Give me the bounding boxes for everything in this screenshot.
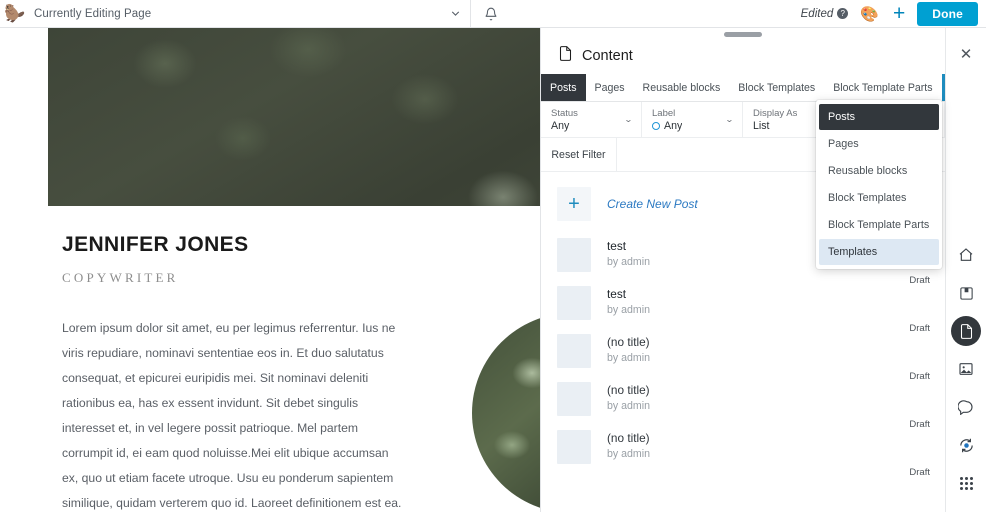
drag-handle-icon[interactable] (724, 31, 762, 37)
right-icon-rail: ✕ (945, 28, 986, 512)
post-thumbnail (557, 430, 591, 464)
table-row[interactable]: (no title) by admin Draft (541, 373, 945, 430)
post-thumbnail (557, 286, 591, 320)
reset-filter-button[interactable]: Reset Filter (541, 138, 617, 171)
post-title: (no title) (607, 383, 650, 397)
page-role-subtitle: COPYWRITER (62, 270, 179, 285)
post-title: test (607, 287, 627, 301)
plus-icon: + (557, 187, 591, 221)
done-button[interactable]: Done (917, 1, 979, 26)
filter-label-value-row: Any (652, 120, 682, 132)
page-document-icon (558, 45, 573, 67)
post-author: by admin (607, 256, 650, 268)
help-icon[interactable]: ? (837, 8, 849, 19)
post-author: by admin (607, 352, 650, 364)
menu-item-reusable-blocks[interactable]: Reusable blocks (819, 158, 939, 184)
save-floppy-icon[interactable] (951, 278, 981, 308)
menu-item-block-template-parts[interactable]: Block Template Parts (819, 212, 939, 238)
panel-tab-bar: Posts Pages Reusable blocks Block Templa… (541, 74, 971, 102)
grid-apps-icon[interactable] (951, 468, 981, 498)
page-paragraph: Lorem ipsum dolor sit amet, eu per legim… (62, 321, 402, 511)
post-title: (no title) (607, 431, 650, 445)
tab-block-template-parts[interactable]: Block Template Parts (824, 74, 941, 101)
chevron-down-icon[interactable] (440, 0, 470, 28)
post-author: by admin (607, 304, 650, 316)
beaver-logo-icon[interactable]: 🦫 (0, 0, 30, 28)
beaver-logo-glyph: 🦫 (4, 4, 26, 23)
create-new-post-label: Create New Post (607, 197, 698, 211)
edited-label: Edited (800, 7, 834, 20)
panel-header: Content (541, 37, 945, 74)
content-type-dropdown-menu: Posts Pages Reusable blocks Block Templa… (816, 100, 942, 269)
post-thumbnail (557, 238, 591, 272)
filter-display-label: Display As (753, 107, 798, 119)
grid-dots (959, 476, 973, 490)
tab-block-templates[interactable]: Block Templates (729, 74, 824, 101)
tab-posts[interactable]: Posts (541, 74, 586, 101)
post-meta: (no title) by admin (607, 382, 650, 412)
filter-label-texts: Label Any (652, 108, 682, 132)
filter-status[interactable]: Status Any ⌄ (541, 102, 642, 137)
filter-display-texts: Display As List (753, 108, 797, 132)
tab-pages[interactable]: Pages (586, 74, 634, 101)
bell-notification-icon[interactable] (471, 0, 511, 28)
home-icon[interactable] (951, 240, 981, 270)
label-color-ring-icon (652, 121, 660, 130)
post-meta: test by admin (607, 238, 650, 268)
post-meta: test by admin (607, 286, 650, 316)
comment-bubble-icon[interactable] (951, 392, 981, 422)
post-title: test (607, 239, 627, 253)
tab-reusable-blocks[interactable]: Reusable blocks (634, 74, 730, 101)
edited-status: Edited ? (801, 8, 849, 20)
editor-root: 🦫 Currently Editing Page Edited ? 🎨 + Do… (0, 0, 986, 512)
post-author: by admin (607, 400, 650, 412)
panel-drag-handle-row (541, 28, 945, 37)
post-thumbnail (557, 334, 591, 368)
chevron-down-icon-label: ⌄ (725, 115, 735, 124)
sync-refresh-icon[interactable] (951, 430, 981, 460)
add-icon[interactable]: + (893, 3, 905, 24)
top-toolbar: 🦫 Currently Editing Page Edited ? 🎨 + Do… (0, 0, 986, 28)
table-row[interactable]: (no title) by admin Draft (541, 421, 945, 478)
menu-item-posts[interactable]: Posts (819, 104, 939, 130)
status-badge: Draft (909, 467, 930, 478)
table-row[interactable]: (no title) by admin Draft (541, 325, 945, 382)
editing-status-label: Currently Editing Page (34, 7, 152, 20)
filter-status-label: Status (551, 107, 578, 119)
post-meta: (no title) by admin (607, 430, 650, 460)
post-meta: (no title) by admin (607, 334, 650, 364)
filter-label[interactable]: Label Any ⌄ (642, 102, 743, 137)
post-title: (no title) (607, 335, 650, 349)
post-author: by admin (607, 448, 650, 460)
palette-icon[interactable]: 🎨 (860, 5, 879, 23)
page-title: JENNIFER JONES (62, 233, 249, 256)
menu-item-templates[interactable]: Templates (819, 239, 939, 265)
menu-item-pages[interactable]: Pages (819, 131, 939, 157)
menu-item-block-templates[interactable]: Block Templates (819, 185, 939, 211)
chevron-down-icon-status: ⌄ (624, 115, 634, 124)
panel-title: Content (582, 47, 633, 64)
content-page-icon[interactable] (951, 316, 981, 346)
table-row[interactable]: test by admin Draft (541, 277, 945, 334)
image-media-icon[interactable] (951, 354, 981, 384)
close-icon[interactable]: ✕ (953, 41, 979, 67)
filter-display-value: List (753, 119, 770, 132)
filter-label-value: Any (664, 119, 683, 132)
filter-status-value: Any (551, 119, 570, 132)
filter-status-texts: Status Any (551, 108, 578, 132)
post-thumbnail (557, 382, 591, 416)
filter-label-label: Label (652, 107, 676, 119)
